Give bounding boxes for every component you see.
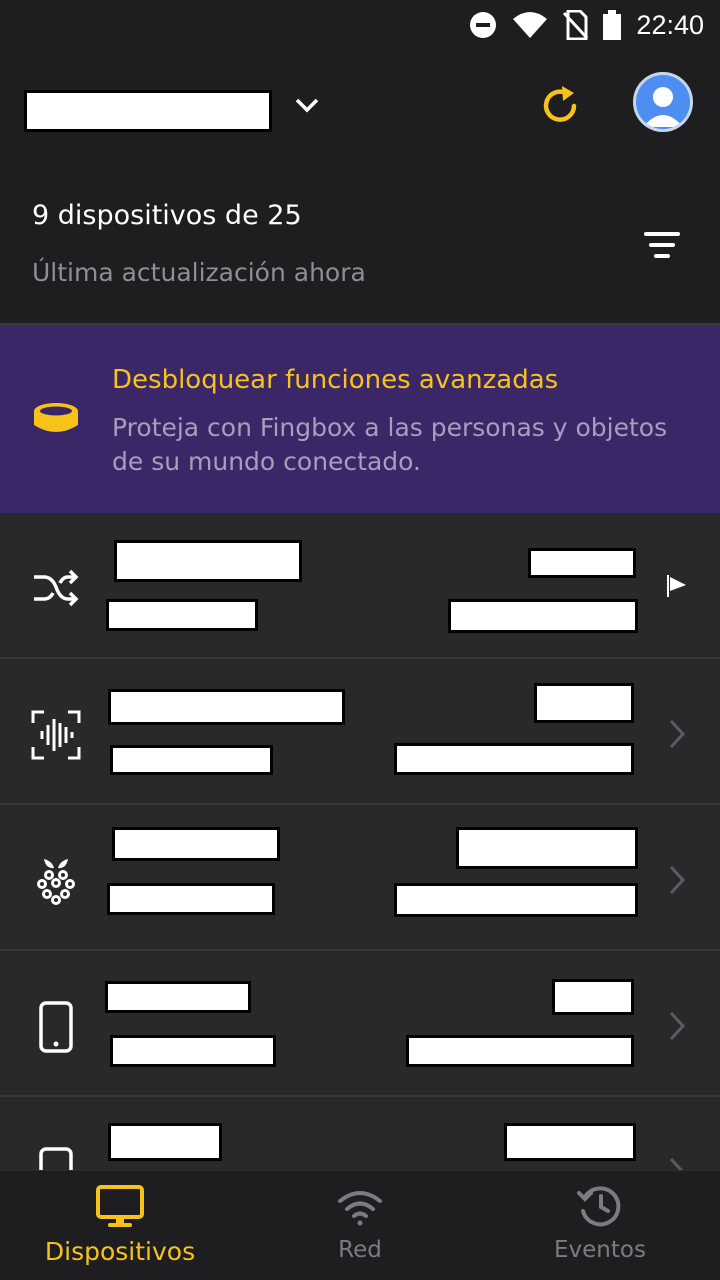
last-updated: Última actualización ahora [32, 258, 366, 287]
smartphone-icon [30, 1001, 82, 1053]
tab-eventos[interactable]: Eventos [480, 1171, 720, 1280]
device-detail [106, 599, 258, 631]
device-ip [456, 827, 638, 869]
device-ip [534, 683, 634, 723]
chevron-right-icon[interactable] [664, 717, 690, 751]
smartphone-icon [30, 1147, 82, 1170]
status-bar: 22:40 [0, 0, 720, 50]
device-ip [528, 548, 636, 578]
device-detail [107, 883, 275, 915]
promo-title: Desbloquear funciones avanzadas [112, 365, 559, 395]
device-vendor [448, 599, 638, 633]
device-count: 9 dispositivos de 25 [32, 200, 302, 231]
tab-red[interactable]: Red [240, 1171, 480, 1280]
wifi-icon [334, 1183, 386, 1231]
flag-icon[interactable] [664, 573, 690, 599]
network-selector[interactable] [24, 90, 272, 132]
promo-body: Proteja con Fingbox a las personas y obj… [112, 413, 668, 476]
device-vendor [394, 883, 638, 917]
device-row[interactable] [0, 513, 720, 659]
device-name [108, 1123, 222, 1161]
device-row[interactable] [0, 659, 720, 805]
status-time: 22:40 [636, 9, 704, 40]
device-row[interactable] [0, 1097, 720, 1170]
top-bar [0, 50, 720, 170]
history-icon [574, 1183, 626, 1231]
device-list [0, 513, 720, 1170]
device-name [105, 981, 251, 1013]
avatar[interactable] [633, 72, 693, 132]
device-name [108, 689, 345, 725]
bottom-navigation: Dispositivos Red Eventos [0, 1170, 720, 1280]
device-detail [110, 1035, 276, 1067]
device-ip [504, 1123, 636, 1161]
filter-icon[interactable] [640, 226, 686, 266]
wifi-signal-icon [512, 11, 548, 39]
monitor-icon [94, 1183, 146, 1231]
no-sim-icon [562, 10, 589, 40]
chevron-right-icon[interactable] [664, 1009, 690, 1043]
fingbox-icon [32, 399, 80, 439]
device-vendor [394, 743, 634, 775]
tab-dispositivos[interactable]: Dispositivos [0, 1171, 240, 1280]
network-summary: 9 dispositivos de 25 Última actualizació… [0, 170, 720, 323]
voice-assistant-icon [30, 709, 82, 761]
chevron-right-icon[interactable] [664, 1155, 690, 1170]
device-row[interactable] [0, 951, 720, 1097]
battery-icon [602, 10, 622, 40]
device-name [114, 540, 302, 582]
chevron-down-icon[interactable] [292, 90, 322, 120]
do-not-disturb-icon [468, 10, 498, 40]
device-ip [552, 979, 634, 1015]
tab-label: Dispositivos [44, 1237, 196, 1266]
device-vendor [406, 1035, 634, 1067]
device-name [112, 827, 280, 861]
shuffle-icon [30, 563, 82, 615]
raspberry-pi-icon [30, 855, 82, 907]
tab-label: Red [338, 1237, 382, 1263]
refresh-icon[interactable] [536, 82, 584, 130]
device-row[interactable] [0, 805, 720, 951]
tab-label: Eventos [554, 1237, 646, 1263]
fingbox-promo-banner[interactable]: Desbloquear funciones avanzadas Proteja … [0, 325, 720, 513]
device-detail [110, 745, 273, 775]
chevron-right-icon[interactable] [664, 863, 690, 897]
